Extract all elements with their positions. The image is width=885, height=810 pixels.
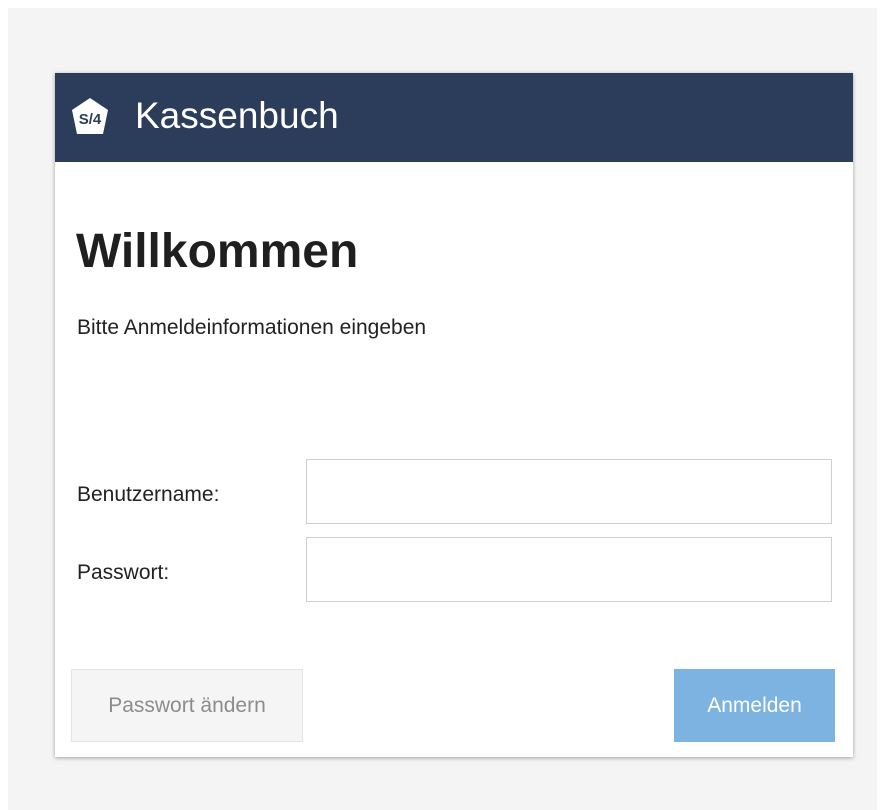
login-button[interactable]: Anmelden (674, 669, 835, 742)
change-password-button[interactable]: Passwort ändern (71, 669, 303, 742)
welcome-heading: Willkommen (76, 225, 359, 278)
login-dialog: S/4 Kassenbuch Willkommen Bitte Anmeldei… (55, 73, 853, 757)
dialog-header: S/4 Kassenbuch (55, 73, 853, 162)
app-title: Kassenbuch (135, 95, 339, 136)
username-input[interactable] (306, 459, 832, 524)
s4-logo-icon: S/4 (72, 98, 108, 134)
instruction-text: Bitte Anmeldeinformationen eingeben (77, 316, 427, 339)
username-label: Benutzername: (77, 483, 220, 506)
password-label: Passwort: (77, 561, 170, 584)
logo-text: S/4 (79, 111, 102, 128)
password-input[interactable] (306, 537, 832, 602)
